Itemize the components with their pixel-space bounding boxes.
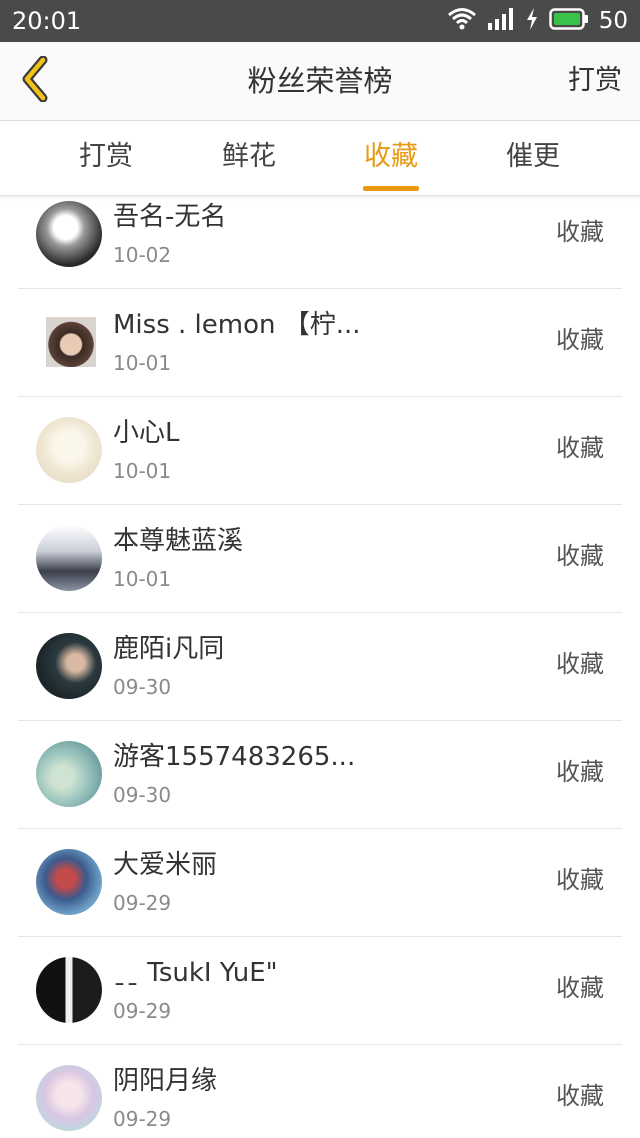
favorite-label: 收藏 (556, 650, 604, 678)
favorite-date: 09-30 (113, 783, 172, 807)
status-icons: 50 (447, 5, 628, 37)
favorite-date: 09-29 (113, 999, 172, 1023)
page-title: 粉丝荣誉榜 (247, 64, 393, 98)
status-bar: 20:01 50 (0, 0, 640, 42)
user-name: 小心L (113, 418, 180, 448)
favorite-date: 09-29 (113, 891, 172, 915)
favorite-label: 收藏 (556, 758, 604, 786)
avatar (46, 317, 96, 367)
avatar (36, 849, 102, 915)
user-name: 大爱米丽 (113, 850, 218, 880)
avatar (36, 525, 102, 591)
favorite-date: 10-01 (113, 567, 172, 591)
user-name: Miss . lemon 【柠... (113, 310, 361, 340)
battery-icon (548, 8, 589, 34)
chevron-left-icon (18, 55, 52, 106)
reward-button[interactable]: 打赏 (568, 61, 622, 101)
wifi-icon (447, 7, 477, 35)
user-name: ˍˍ TsukI YuE" (113, 958, 278, 988)
signal-icon (487, 7, 515, 35)
back-button[interactable] (10, 54, 60, 108)
list-item[interactable]: 鹿陌i凡同 09-30 收藏 (18, 613, 622, 721)
favorite-date: 09-30 (113, 675, 172, 699)
favorite-date: 10-01 (113, 351, 172, 375)
fan-list[interactable]: 吾名-无名 10-02 收藏 Miss . lemon 【柠... 10-01 … (18, 181, 622, 1138)
avatar (36, 417, 102, 483)
tab-label: 鲜花 (222, 141, 276, 172)
user-name: 阴阳月缘 (113, 1066, 218, 1096)
avatar (36, 1065, 102, 1131)
battery-percent: 50 (598, 8, 628, 34)
favorite-date: 09-29 (113, 1107, 172, 1131)
list-item[interactable]: Miss . lemon 【柠... 10-01 收藏 (18, 289, 622, 397)
user-name: 本尊魅蓝溪 (113, 526, 244, 556)
charging-icon (525, 7, 539, 35)
user-name: 鹿陌i凡同 (113, 634, 225, 664)
tab-label: 收藏 (364, 141, 418, 172)
status-time: 20:01 (12, 7, 82, 35)
avatar (36, 957, 102, 1023)
favorite-label: 收藏 (556, 218, 604, 246)
list-item[interactable]: 本尊魅蓝溪 10-01 收藏 (18, 505, 622, 613)
favorite-label: 收藏 (556, 974, 604, 1002)
favorite-label: 收藏 (556, 1082, 604, 1110)
list-item[interactable]: 小心L 10-01 收藏 (18, 397, 622, 505)
favorite-label: 收藏 (556, 542, 604, 570)
favorite-label: 收藏 (556, 326, 604, 354)
favorite-date: 10-02 (113, 243, 172, 267)
avatar (36, 201, 102, 267)
favorite-date: 10-01 (113, 459, 172, 483)
tab-label: 打赏 (79, 141, 133, 172)
list-item[interactable]: 阴阳月缘 09-29 收藏 (18, 1045, 622, 1138)
user-name: 吾名-无名 (113, 202, 227, 232)
favorite-label: 收藏 (556, 434, 604, 462)
avatar (36, 741, 102, 807)
avatar (36, 633, 102, 699)
list-item[interactable]: 大爱米丽 09-29 收藏 (18, 829, 622, 937)
list-item[interactable]: 吾名-无名 10-02 收藏 (18, 181, 622, 289)
list-item[interactable]: ˍˍ TsukI YuE" 09-29 收藏 (18, 937, 622, 1045)
favorite-label: 收藏 (556, 866, 604, 894)
nav-bar: 粉丝荣誉榜 打赏 (0, 42, 640, 121)
user-name: 游客1557483265... (113, 742, 356, 772)
tab-label: 催更 (506, 141, 560, 172)
list-item[interactable]: 游客1557483265... 09-30 收藏 (18, 721, 622, 829)
